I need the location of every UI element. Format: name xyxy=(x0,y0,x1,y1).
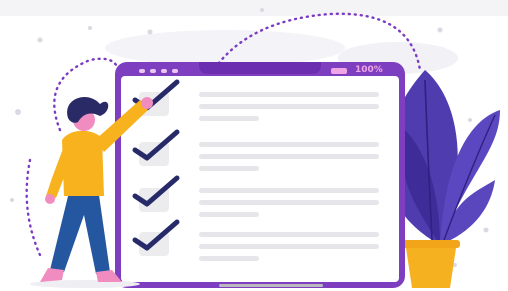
person-illustration xyxy=(30,96,153,288)
jeans xyxy=(50,188,110,274)
hand xyxy=(45,194,55,204)
hand xyxy=(141,97,153,109)
shoe xyxy=(40,268,64,282)
shoe xyxy=(96,270,122,282)
checklist-illustration: 100% xyxy=(0,0,508,291)
